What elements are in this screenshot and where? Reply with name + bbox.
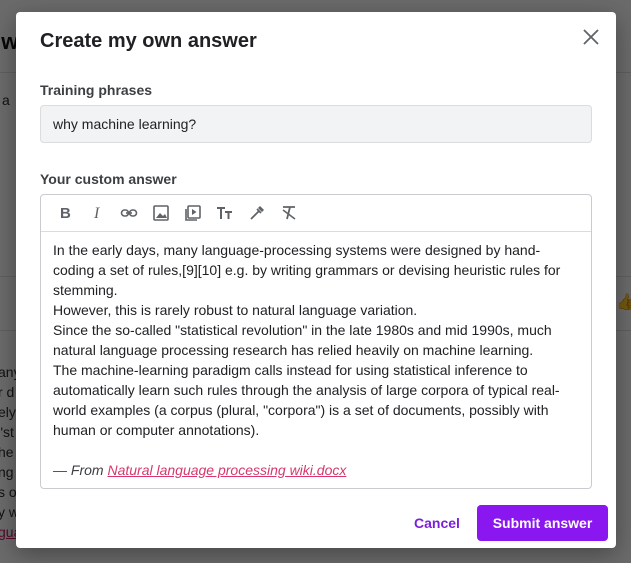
bold-icon: B xyxy=(60,205,71,222)
clear-format-button[interactable] xyxy=(273,199,305,227)
close-icon xyxy=(583,29,599,45)
eyedropper-icon xyxy=(250,206,264,220)
image-button[interactable] xyxy=(145,199,177,227)
answer-paragraph: The machine-learning paradigm calls inst… xyxy=(53,362,560,438)
link-icon xyxy=(120,209,138,217)
answer-paragraph: However, this is rarely robust to natura… xyxy=(53,302,418,318)
custom-answer-label: Your custom answer xyxy=(40,171,177,187)
video-icon xyxy=(185,205,201,221)
text-size-icon xyxy=(217,207,232,219)
bold-button[interactable]: B xyxy=(49,199,81,227)
rich-text-editor[interactable]: B I In the early days, many language-pro… xyxy=(40,194,592,489)
eyedropper-button[interactable] xyxy=(241,199,273,227)
text-size-button[interactable] xyxy=(209,199,241,227)
clear-format-icon xyxy=(282,206,296,220)
create-answer-dialog: Create my own answer Training phrases wh… xyxy=(16,12,616,548)
source-link[interactable]: Natural language processing wiki.docx xyxy=(107,462,346,478)
editor-toolbar: B I xyxy=(41,195,591,232)
training-phrase-value: why machine learning? xyxy=(53,116,197,132)
training-phrase-field[interactable]: why machine learning? xyxy=(40,105,592,143)
source-attribution: — From Natural language processing wiki.… xyxy=(53,460,579,480)
svg-text:I: I xyxy=(93,205,100,222)
answer-paragraph: In the early days, many language-process… xyxy=(53,242,561,298)
answer-paragraph: Since the so-called "statistical revolut… xyxy=(53,322,552,358)
image-icon xyxy=(153,205,169,221)
submit-answer-button[interactable]: Submit answer xyxy=(477,505,608,541)
close-button[interactable] xyxy=(580,26,602,48)
cancel-button[interactable]: Cancel xyxy=(404,506,470,540)
italic-icon: I xyxy=(93,205,100,222)
italic-button[interactable]: I xyxy=(81,199,113,227)
video-button[interactable] xyxy=(177,199,209,227)
link-button[interactable] xyxy=(113,199,145,227)
svg-text:B: B xyxy=(60,205,71,222)
training-phrases-label: Training phrases xyxy=(40,82,153,98)
editor-content[interactable]: In the early days, many language-process… xyxy=(41,232,591,480)
source-prefix: — From xyxy=(53,462,108,478)
dialog-title: Create my own answer xyxy=(40,30,257,52)
